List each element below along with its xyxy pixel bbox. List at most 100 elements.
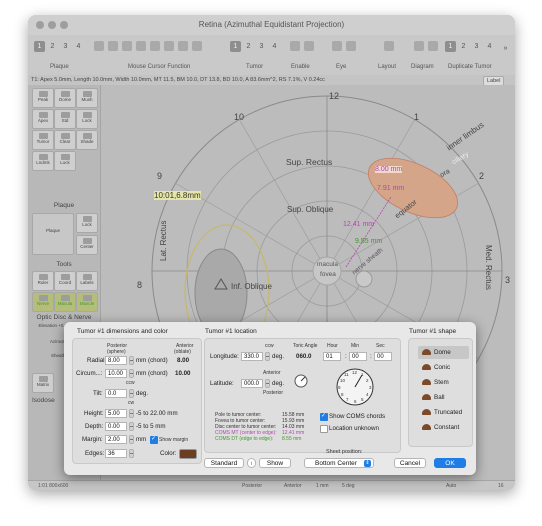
nerve-button[interactable]: Nerve bbox=[32, 292, 54, 312]
min-input[interactable]: 00 bbox=[349, 352, 367, 361]
plaque-lock-button[interactable]: Lock bbox=[76, 213, 98, 233]
peak-button[interactable]: Peak bbox=[32, 88, 54, 108]
toolbar-overflow-button[interactable]: » bbox=[500, 43, 511, 54]
std-button[interactable]: Std bbox=[54, 109, 76, 129]
show-margin-checkbox[interactable] bbox=[150, 435, 158, 444]
tilt-input[interactable]: 0.0 bbox=[105, 389, 127, 398]
landmark-lock-button[interactable]: Lock bbox=[54, 151, 76, 171]
cursor-stretch-icon[interactable] bbox=[164, 41, 174, 51]
landmark-button[interactable]: Lndmk bbox=[32, 151, 54, 171]
cancel-button[interactable]: Cancel bbox=[394, 458, 426, 468]
scale-deg-button[interactable]: 5 deg bbox=[342, 481, 355, 490]
depth-input[interactable]: 0.00 bbox=[105, 422, 127, 431]
labels-button[interactable]: Labels bbox=[76, 271, 98, 291]
duplicate-tumor-label: Duplicate Tumor bbox=[448, 64, 492, 70]
clock-dial[interactable]: 12 1 2 3 4 5 6 7 8 9 10 11 bbox=[335, 367, 375, 407]
apex-button[interactable]: Apex bbox=[32, 109, 54, 129]
plaque-2-button[interactable]: 2 bbox=[47, 41, 58, 52]
tilt-stepper[interactable] bbox=[129, 389, 134, 398]
cursor-move-icon[interactable] bbox=[94, 41, 104, 51]
shade-button[interactable]: Shade bbox=[76, 130, 98, 150]
duplicate-4-button[interactable]: 4 bbox=[484, 41, 495, 52]
enable-toggle-icon[interactable] bbox=[290, 41, 300, 51]
radial-input[interactable]: 8.00 bbox=[105, 356, 127, 365]
show-button[interactable]: Show bbox=[259, 458, 291, 468]
dome-button[interactable]: Dome bbox=[54, 88, 76, 108]
height-stepper[interactable] bbox=[129, 409, 134, 418]
coord-button[interactable]: Coord bbox=[54, 271, 76, 291]
shape-conic-option[interactable]: Conic bbox=[418, 361, 469, 374]
cursor-rotate-icon[interactable] bbox=[108, 41, 118, 51]
circum-input[interactable]: 10.00 bbox=[105, 369, 127, 378]
scale-mm-button[interactable]: 1 mm bbox=[316, 481, 329, 490]
cursor-marker-icon[interactable] bbox=[192, 41, 202, 51]
layout-icon[interactable] bbox=[384, 41, 394, 51]
latitude-stepper[interactable] bbox=[265, 379, 270, 388]
longitude-stepper[interactable] bbox=[265, 352, 270, 361]
shape-truncated-option[interactable]: Truncated bbox=[418, 406, 469, 419]
cursor-tilt-icon[interactable] bbox=[136, 41, 146, 51]
margin-input[interactable]: 2.00 bbox=[105, 435, 127, 444]
edges-input[interactable]: 36 bbox=[105, 449, 127, 458]
sheet-position-select[interactable]: Bottom Center ⇕ bbox=[304, 458, 374, 468]
plaque-center-button[interactable]: Center bbox=[76, 235, 98, 255]
tumor-4-button[interactable]: 4 bbox=[269, 41, 280, 52]
posterior-tab[interactable]: Posterior bbox=[242, 481, 262, 490]
anterior-direction-label: Anterior bbox=[263, 370, 281, 376]
plaque-3-button[interactable]: 3 bbox=[60, 41, 71, 52]
location-unknown-checkbox[interactable] bbox=[320, 425, 328, 433]
plaque-4-button[interactable]: 4 bbox=[73, 41, 84, 52]
lock-button[interactable]: Lock bbox=[76, 109, 98, 129]
duplicate-3-button[interactable]: 3 bbox=[471, 41, 482, 52]
latitude-input[interactable]: 000.0 bbox=[241, 379, 263, 388]
tumor-tool-button[interactable]: Tumor bbox=[32, 130, 54, 150]
plaque-preview-button[interactable]: Plaque bbox=[32, 213, 74, 255]
standard-button[interactable]: Standard bbox=[204, 458, 244, 468]
tumor-3-button[interactable]: 3 bbox=[256, 41, 267, 52]
hour-input[interactable]: 01 bbox=[323, 352, 341, 361]
cursor-point-icon[interactable] bbox=[178, 41, 188, 51]
shape-stem-option[interactable]: Stem bbox=[418, 376, 469, 389]
circum-label: Circum...: bbox=[76, 370, 103, 377]
info-icon[interactable]: i bbox=[247, 458, 256, 468]
eye-left-icon[interactable] bbox=[332, 41, 342, 51]
shape-ball-option[interactable]: Ball bbox=[418, 391, 469, 404]
lat-rectus-label: Lat. Rectus bbox=[159, 220, 168, 261]
clear-button[interactable]: Clear bbox=[54, 130, 76, 150]
eye-right-icon[interactable] bbox=[346, 41, 356, 51]
tumor-1-button[interactable]: 1 bbox=[230, 41, 241, 52]
circum-stepper[interactable] bbox=[129, 369, 134, 378]
depth-stepper[interactable] bbox=[129, 422, 134, 431]
anterior-tab[interactable]: Anterior bbox=[284, 481, 302, 490]
conic-shape-icon bbox=[422, 364, 431, 370]
ok-button[interactable]: OK bbox=[434, 458, 466, 468]
tumor-2-button[interactable]: 2 bbox=[243, 41, 254, 52]
muscle-button[interactable]: Muscle bbox=[76, 292, 98, 312]
mush-button[interactable]: Mush bbox=[76, 88, 98, 108]
edges-stepper[interactable] bbox=[129, 449, 134, 458]
auto-checkbox-label[interactable]: Auto bbox=[446, 481, 456, 490]
diagram-clear-icon[interactable] bbox=[428, 41, 438, 51]
enable-lock-icon[interactable] bbox=[304, 41, 314, 51]
window-title: Retina (Azimuthal Equidistant Projection… bbox=[198, 20, 345, 29]
tumor-shape[interactable] bbox=[359, 146, 466, 230]
margin-stepper[interactable] bbox=[129, 435, 134, 444]
ruler-button[interactable]: Ruler bbox=[32, 271, 54, 291]
plaque-1-button[interactable]: 1 bbox=[34, 41, 45, 52]
longitude-dial-icon[interactable] bbox=[294, 374, 308, 388]
cursor-scale-icon[interactable] bbox=[122, 41, 132, 51]
height-input[interactable]: 5.00 bbox=[105, 409, 127, 418]
duplicate-1-button[interactable]: 1 bbox=[445, 41, 456, 52]
color-swatch[interactable] bbox=[179, 449, 197, 459]
matrix-button[interactable]: Matrix bbox=[32, 373, 54, 393]
sec-input[interactable]: 00 bbox=[374, 352, 392, 361]
radial-stepper[interactable] bbox=[129, 356, 134, 365]
macula-button[interactable]: Macula bbox=[54, 292, 76, 312]
cursor-drag-icon[interactable] bbox=[150, 41, 160, 51]
duplicate-2-button[interactable]: 2 bbox=[458, 41, 469, 52]
shape-dome-option[interactable]: Dome bbox=[418, 346, 469, 359]
shape-constant-option[interactable]: Constant bbox=[418, 421, 469, 434]
longitude-input[interactable]: 330.0 bbox=[241, 352, 263, 361]
diagram-icon[interactable] bbox=[414, 41, 424, 51]
show-coms-chords-checkbox[interactable] bbox=[320, 412, 328, 421]
